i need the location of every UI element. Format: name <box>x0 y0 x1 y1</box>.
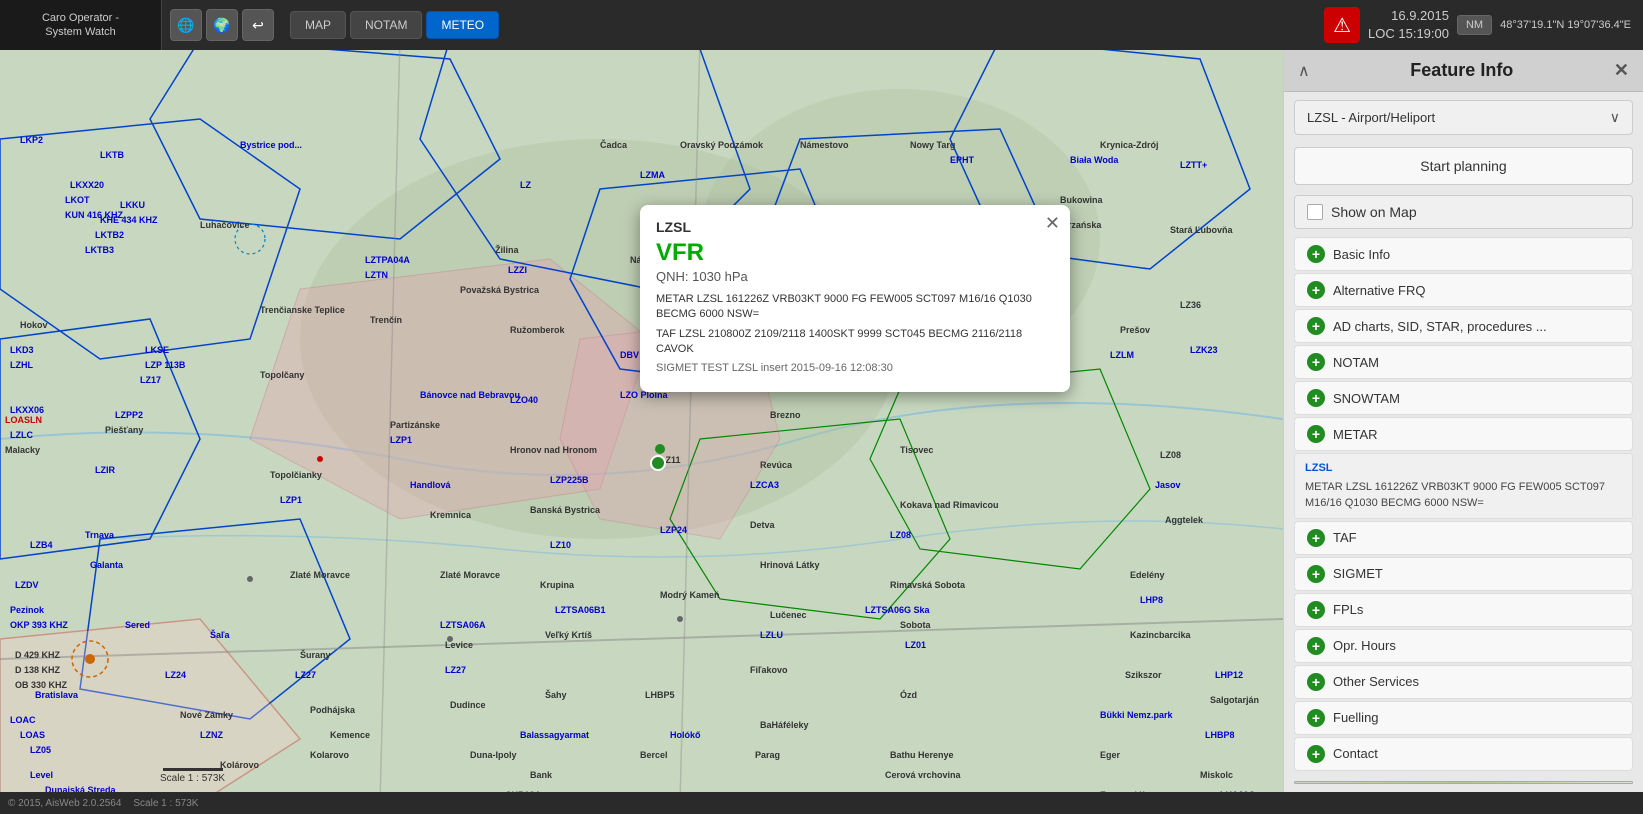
plus-icon-metar: + <box>1307 425 1325 443</box>
feature-label-contact: Contact <box>1333 746 1378 761</box>
feature-label-alt-frq: Alternative FRQ <box>1333 283 1425 298</box>
plus-icon-opr-hours: + <box>1307 637 1325 655</box>
feature-label-basic-info: Basic Info <box>1333 247 1390 262</box>
feature-item-other-services[interactable]: + Other Services <box>1294 665 1633 699</box>
show-on-map-row[interactable]: Show on Map <box>1294 195 1633 229</box>
feature-item-contact[interactable]: + Contact <box>1294 737 1633 771</box>
start-planning-button[interactable]: Start planning <box>1294 147 1633 185</box>
plus-icon-contact: + <box>1307 745 1325 763</box>
plus-icon-snowtam: + <box>1307 389 1325 407</box>
nm-button[interactable]: NM <box>1457 15 1492 35</box>
feature-item-opr-hours[interactable]: + Opr. Hours <box>1294 629 1633 663</box>
feature-label-snowtam: SNOWTAM <box>1333 391 1400 406</box>
plus-icon-fuelling: + <box>1307 709 1325 727</box>
copyright-text: © 2015, AisWeb 2.0.2564 <box>8 798 121 809</box>
popup-sigmet: SIGMET TEST LZSL insert 2015-09-16 12:08… <box>656 362 1054 374</box>
popup-airport-code: LZSL <box>656 219 1054 235</box>
app-title-text: Caro Operator -System Watch <box>42 11 119 40</box>
date-display: 16.9.2015 LOC 15:19:00 <box>1368 7 1449 43</box>
scale-bar: Scale 1 : 573K <box>160 768 225 784</box>
globe2-icon[interactable]: 🌍 <box>206 9 238 41</box>
feature-label-opr-hours: Opr. Hours <box>1333 638 1396 653</box>
nav-icons-group: 🌐 🌍 ↩ <box>162 9 282 41</box>
mini-map-svg <box>1295 782 1632 784</box>
mini-map <box>1294 781 1633 785</box>
main-area: LKP2 LKTB LKKU KHE 434 KHZ LKTB2 LKTB3 L… <box>0 50 1643 792</box>
feature-label-notam: NOTAM <box>1333 355 1379 370</box>
feature-item-notam[interactable]: + NOTAM <box>1294 345 1633 379</box>
plus-icon-fpls: + <box>1307 601 1325 619</box>
coord-display: 48°37'19.1"N 19°07'36.4"E <box>1500 19 1631 31</box>
tab-meteo[interactable]: METEO <box>426 11 499 39</box>
feature-label-fpls: FPLs <box>1333 602 1363 617</box>
feature-item-fuelling[interactable]: + Fuelling <box>1294 701 1633 735</box>
tab-notam[interactable]: NOTAM <box>350 11 422 39</box>
plus-icon-notam: + <box>1307 353 1325 371</box>
show-on-map-checkbox[interactable] <box>1307 204 1323 220</box>
lzsl-marker[interactable] <box>650 455 666 471</box>
feature-item-alt-frq[interactable]: + Alternative FRQ <box>1294 273 1633 307</box>
bottom-bar: © 2015, AisWeb 2.0.2564 Scale 1 : 573K <box>0 792 1643 814</box>
feature-item-ad-charts[interactable]: + AD charts, SID, STAR, procedures ... <box>1294 309 1633 343</box>
feature-items-list: + Basic Info + Alternative FRQ + AD char… <box>1284 235 1643 773</box>
feature-item-basic-info[interactable]: + Basic Info <box>1294 237 1633 271</box>
plus-icon-basic-info: + <box>1307 245 1325 263</box>
feature-label-ad-charts: AD charts, SID, STAR, procedures ... <box>1333 319 1547 334</box>
sidebar-close-button[interactable]: ✕ <box>1614 60 1629 81</box>
app-title-block: Caro Operator -System Watch <box>0 0 162 50</box>
sidebar-header: ∧ Feature Info ✕ <box>1284 50 1643 92</box>
popup-close-button[interactable]: ✕ <box>1045 213 1060 234</box>
time-text: LOC 15:19:00 <box>1368 25 1449 43</box>
feature-item-taf[interactable]: + TAF <box>1294 521 1633 555</box>
feature-label-metar: METAR <box>1333 427 1378 442</box>
chevron-up-icon[interactable]: ∧ <box>1298 61 1310 81</box>
plus-icon-sigmet: + <box>1307 565 1325 583</box>
map-background <box>0 50 1283 792</box>
scale-line <box>163 768 223 771</box>
feature-item-snowtam[interactable]: + SNOWTAM <box>1294 381 1633 415</box>
metar-text-block: LZSL METAR LZSL 161226Z VRB03KT 9000 FG … <box>1294 453 1633 519</box>
scale-label: Scale 1 : 573K <box>160 773 225 784</box>
airport-selector[interactable]: LZSL - Airport/Heliport ∨ <box>1294 100 1633 135</box>
chevron-down-icon: ∨ <box>1610 109 1620 126</box>
popup-metar: METAR LZSL 161226Z VRB03KT 9000 FG FEW00… <box>656 292 1054 323</box>
map-popup: ✕ LZSL VFR QNH: 1030 hPa METAR LZSL 1612… <box>640 205 1070 392</box>
sidebar: ∧ Feature Info ✕ LZSL - Airport/Heliport… <box>1283 50 1643 792</box>
sidebar-title: Feature Info <box>1310 60 1614 81</box>
feature-label-sigmet: SIGMET <box>1333 566 1383 581</box>
metar-lzsl-label: LZSL <box>1305 460 1622 477</box>
popup-status: VFR <box>656 239 1054 267</box>
show-on-map-label: Show on Map <box>1331 204 1417 220</box>
nav-tabs: MAP NOTAM METEO <box>282 11 507 39</box>
feature-label-taf: TAF <box>1333 530 1357 545</box>
tab-map[interactable]: MAP <box>290 11 346 39</box>
metar-full-text: METAR LZSL 161226Z VRB03KT 9000 FG FEW00… <box>1305 479 1622 512</box>
feature-item-sigmet[interactable]: + SIGMET <box>1294 557 1633 591</box>
feature-label-fuelling: Fuelling <box>1333 710 1379 725</box>
plus-icon-alt-frq: + <box>1307 281 1325 299</box>
globe1-icon[interactable]: 🌐 <box>170 9 202 41</box>
map-container[interactable]: LKP2 LKTB LKKU KHE 434 KHZ LKTB2 LKTB3 L… <box>0 50 1283 792</box>
feature-item-fpls[interactable]: + FPLs <box>1294 593 1633 627</box>
date-text: 16.9.2015 <box>1368 7 1449 25</box>
plus-icon-other-services: + <box>1307 673 1325 691</box>
back-icon[interactable]: ↩ <box>242 9 274 41</box>
topbar-right: ⚠ 16.9.2015 LOC 15:19:00 NM 48°37'19.1"N… <box>1324 7 1643 43</box>
feature-label-other-services: Other Services <box>1333 674 1419 689</box>
plus-icon-ad-charts: + <box>1307 317 1325 335</box>
plus-icon-taf: + <box>1307 529 1325 547</box>
airport-selector-label: LZSL - Airport/Heliport <box>1307 110 1435 125</box>
feature-item-metar[interactable]: + METAR <box>1294 417 1633 451</box>
alert-icon[interactable]: ⚠ <box>1324 7 1360 43</box>
popup-taf: TAF LZSL 210800Z 2109/2118 1400SKT 9999 … <box>656 327 1054 358</box>
top-bar: Caro Operator -System Watch 🌐 🌍 ↩ MAP NO… <box>0 0 1643 50</box>
scale-text: Scale 1 : 573K <box>133 798 198 809</box>
popup-qnh: QNH: 1030 hPa <box>656 269 1054 284</box>
